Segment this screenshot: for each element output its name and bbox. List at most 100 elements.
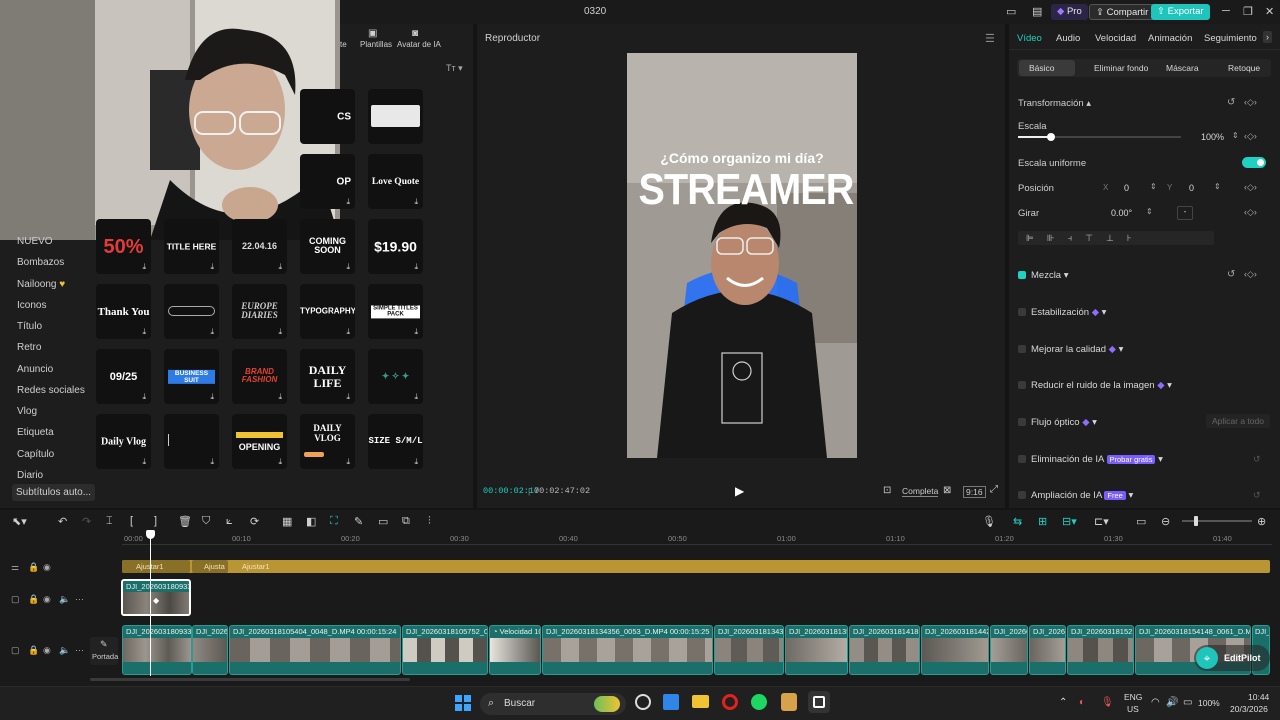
- sync-icon[interactable]: ⊏▾: [1094, 515, 1109, 528]
- category-item[interactable]: Diario: [17, 470, 43, 481]
- template-tile[interactable]: 22.04.16 ⤓: [232, 219, 287, 274]
- quality-select[interactable]: Completa: [902, 486, 939, 497]
- video-clip[interactable]: DJI_20260318141838: [849, 625, 920, 675]
- maximize-icon[interactable]: ❐: [1243, 5, 1253, 18]
- reset-icon[interactable]: ↺: [1227, 97, 1235, 108]
- subtab-mask[interactable]: Máscara: [1166, 63, 1199, 73]
- spotify-icon[interactable]: [751, 694, 767, 710]
- slider-knob[interactable]: [1046, 133, 1055, 141]
- undo-icon[interactable]: ↶: [58, 515, 67, 528]
- transition-icon[interactable]: ◧: [306, 515, 316, 528]
- template-tile[interactable]: CS: [300, 89, 355, 144]
- adjust-clip[interactable]: Ajustar1: [122, 560, 190, 573]
- video-clip[interactable]: DJI_20260318105404_0048_D.MP4 00:00:15:2…: [229, 625, 401, 675]
- template-tile[interactable]: Thank You ⤓: [96, 284, 151, 339]
- caption-icon[interactable]: ▭: [378, 515, 388, 528]
- region-label[interactable]: US: [1127, 704, 1139, 714]
- category-item[interactable]: Nailoong ♥: [17, 279, 65, 290]
- reset-icon[interactable]: ↺: [1227, 269, 1235, 280]
- ratio-select[interactable]: 9:16: [963, 486, 986, 498]
- template-tile[interactable]: OP ⤓: [300, 154, 355, 209]
- option-checkbox[interactable]: [1018, 345, 1026, 353]
- reset-icon[interactable]: ↺: [1253, 454, 1261, 465]
- fullscreen-icon[interactable]: ⤢: [990, 484, 998, 495]
- category-item[interactable]: Retro: [17, 342, 41, 353]
- delete-icon[interactable]: 🗑: [178, 515, 192, 528]
- scale-slider[interactable]: [1018, 133, 1181, 141]
- video-clip[interactable]: DJI_202603181354: [785, 625, 848, 675]
- option-denoise[interactable]: Reducir el ruido de la imagen ◆ ▾: [1031, 380, 1172, 391]
- windows-start-icon[interactable]: [455, 695, 471, 711]
- taskbar-search[interactable]: ⌕ Buscar: [480, 693, 626, 715]
- tray-icon[interactable]: ◐: [1079, 697, 1085, 708]
- overlay-clip[interactable]: DJI_20260318093360 ◆: [121, 579, 191, 616]
- subtab-basic[interactable]: Básico: [1029, 63, 1055, 73]
- option-checkbox[interactable]: [1018, 381, 1026, 389]
- scale-value[interactable]: 100%: [1201, 132, 1224, 142]
- template-tile[interactable]: BRAND FASHION ⤓: [232, 349, 287, 404]
- category-item[interactable]: NUEVO: [17, 236, 53, 247]
- capcut-icon[interactable]: [808, 691, 830, 713]
- chevron-up-icon[interactable]: ⌃: [1059, 697, 1067, 708]
- keyframe-icon[interactable]: ‹◇›: [1244, 97, 1257, 108]
- subtab-retouch[interactable]: Retoque: [1228, 63, 1260, 73]
- playhead[interactable]: [150, 530, 151, 676]
- wifi-icon[interactable]: ◠: [1151, 697, 1160, 708]
- timeline-scrollbar[interactable]: [90, 678, 410, 681]
- split-icon[interactable]: ⌶: [106, 515, 113, 528]
- zoom-in-icon[interactable]: ⊕: [1257, 515, 1266, 528]
- shortcut-icon[interactable]: ▤: [1032, 5, 1042, 18]
- language-label[interactable]: ENG: [1124, 692, 1142, 702]
- speaker-icon[interactable]: 🔈: [59, 594, 70, 605]
- text-tool-icon[interactable]: ▦: [282, 515, 292, 528]
- template-tile[interactable]: TITLE HERE ⤓: [164, 219, 219, 274]
- uniform-scale-toggle[interactable]: [1242, 157, 1266, 168]
- lock-icon[interactable]: 🔒: [28, 594, 39, 605]
- stepper-icon[interactable]: ⇕: [1150, 182, 1157, 191]
- option-checkbox[interactable]: [1018, 455, 1026, 463]
- speaker-icon[interactable]: 🔈: [59, 645, 70, 656]
- video-clip[interactable]: DJI_20260318105752_0048: [402, 625, 488, 675]
- preview-icon[interactable]: ⊡: [883, 485, 891, 496]
- template-tile[interactable]: SIMPLE TITLES PACK ⤓: [368, 284, 423, 339]
- preview-axis-icon[interactable]: ⊟▾: [1062, 515, 1077, 528]
- share-button[interactable]: ⇪ Compartir: [1089, 4, 1156, 20]
- clock-date[interactable]: 20/3/2026: [1230, 704, 1268, 714]
- cover-button[interactable]: ✎ Portada: [90, 637, 118, 665]
- auto-cut-icon[interactable]: ⛶: [330, 515, 338, 528]
- chevron-right-icon[interactable]: ›: [1263, 31, 1272, 43]
- keyframe-icon[interactable]: ‹◇›: [1244, 131, 1257, 142]
- category-item[interactable]: Iconos: [17, 300, 46, 311]
- menu-icon[interactable]: ☰: [985, 32, 995, 45]
- template-tile[interactable]: EUROPE DIARIES ⤓: [232, 284, 287, 339]
- video-clip[interactable]: DJI_20260318093360: [122, 625, 192, 675]
- rotate-input[interactable]: 0.00°: [1111, 208, 1132, 218]
- position-y-input[interactable]: 0: [1189, 183, 1194, 193]
- clock-time[interactable]: 10:44: [1248, 692, 1269, 702]
- reset-icon[interactable]: ↺: [1253, 490, 1261, 501]
- keyframe-icon[interactable]: ‹◇›: [1244, 182, 1257, 193]
- align-toolbar[interactable]: ⊫⊪⫞⊤⊥⊦: [1018, 231, 1214, 245]
- category-item[interactable]: Etiqueta: [17, 427, 54, 438]
- section-transform[interactable]: Transformación ▴: [1018, 98, 1091, 109]
- volume-icon[interactable]: 🔊: [1166, 697, 1178, 708]
- keyframe-icon[interactable]: ‹◇›: [1244, 207, 1257, 218]
- template-tile[interactable]: OPENING ⤓: [232, 414, 287, 469]
- layout-icon[interactable]: ▭: [1006, 5, 1016, 18]
- play-icon[interactable]: ▶: [735, 484, 744, 498]
- template-tile[interactable]: 50% ⤓: [96, 219, 151, 274]
- store-icon[interactable]: [663, 694, 679, 710]
- crop-icon[interactable]: ⟀: [226, 515, 233, 528]
- template-tile[interactable]: [368, 89, 423, 144]
- option-enhance[interactable]: Mejorar la calidad ◆ ▾: [1031, 344, 1123, 355]
- tab-avatar[interactable]: Avatar de IA: [397, 40, 441, 49]
- stepper-icon[interactable]: ⇕: [1214, 182, 1221, 191]
- video-clip[interactable]: DJI_20260: [192, 625, 228, 675]
- option-ai-upscale[interactable]: Ampliación de IA Free ▾: [1031, 490, 1133, 501]
- stepper-icon[interactable]: ⇕: [1232, 131, 1239, 140]
- caption-toggle-icon[interactable]: ▭: [1136, 515, 1146, 528]
- editpilot-button[interactable]: ⌖ EditPilot: [1194, 645, 1270, 671]
- video-clip[interactable]: DJI_20260: [1029, 625, 1066, 675]
- shield-icon[interactable]: ⛉: [202, 515, 210, 528]
- template-tile[interactable]: ⤓: [164, 414, 219, 469]
